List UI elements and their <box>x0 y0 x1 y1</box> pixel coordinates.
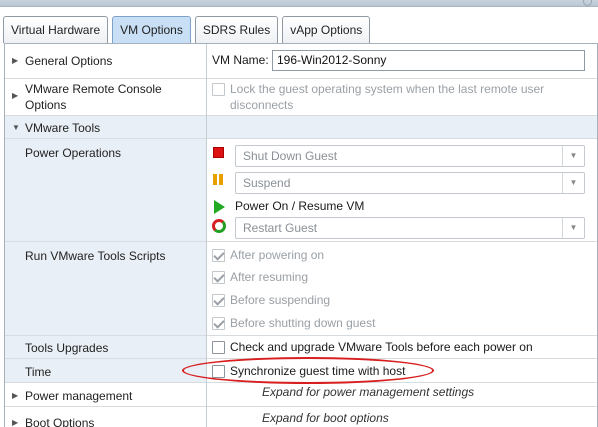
tab-sdrs-rules[interactable]: SDRS Rules <box>194 16 279 43</box>
highlight-ellipse <box>182 357 434 384</box>
script-before-suspending-checkbox[interactable] <box>212 294 225 307</box>
suspend-select[interactable]: Suspend ▼ <box>235 172 585 194</box>
shutdown-select[interactable]: Shut Down Guest ▼ <box>235 145 585 167</box>
stop-icon <box>213 147 224 158</box>
restart-select-value: Restart Guest <box>243 221 318 235</box>
power-on-text: Power On / Resume VM <box>235 199 365 213</box>
lock-guest-line1: Lock the guest operating system when the… <box>230 82 545 96</box>
tab-vapp-options[interactable]: vApp Options <box>282 16 371 43</box>
shutdown-select-value: Shut Down Guest <box>243 149 338 163</box>
suspend-select-value: Suspend <box>243 176 291 190</box>
script-after-powering-on-checkbox[interactable] <box>212 249 225 262</box>
script-after-resuming-checkbox[interactable] <box>212 271 225 284</box>
lock-guest-text: Lock the guest operating system when the… <box>230 81 544 113</box>
lock-guest-checkbox[interactable] <box>212 83 225 96</box>
restart-icon <box>212 219 226 233</box>
window-top-strip <box>0 0 598 7</box>
help-icon[interactable] <box>583 0 592 6</box>
chevron-down-icon[interactable]: ▼ <box>562 146 584 166</box>
play-icon <box>214 200 225 214</box>
upgrade-tools-checkbox[interactable] <box>212 341 225 354</box>
tab-vm-options[interactable]: VM Options <box>112 16 191 43</box>
vm-name-label: VM Name: <box>212 53 269 67</box>
script-before-shutdown-checkbox[interactable] <box>212 317 225 330</box>
chevron-down-icon[interactable]: ▼ <box>562 173 584 193</box>
tab-virtual-hardware[interactable]: Virtual Hardware <box>3 16 109 43</box>
script-before-suspending-text: Before suspending <box>230 293 331 307</box>
script-after-resuming-text: After resuming <box>230 270 309 284</box>
power-management-hint: Expand for power management settings <box>262 385 475 399</box>
script-before-shutdown-text: Before shutting down guest <box>230 316 376 330</box>
restart-select[interactable]: Restart Guest ▼ <box>235 217 585 239</box>
label-column-divider <box>5 44 207 427</box>
upgrade-tools-text: Check and upgrade VMware Tools before ea… <box>230 340 533 354</box>
pause-icon <box>213 174 223 188</box>
vm-name-input[interactable]: 196-Win2012-Sonny <box>272 50 585 71</box>
chevron-down-icon[interactable]: ▼ <box>562 218 584 238</box>
tab-bar: Virtual Hardware VM Options SDRS Rules v… <box>3 16 371 43</box>
script-after-powering-on-text: After powering on <box>230 248 325 262</box>
boot-options-hint: Expand for boot options <box>262 411 389 425</box>
lock-guest-line2: disconnects <box>230 98 294 112</box>
